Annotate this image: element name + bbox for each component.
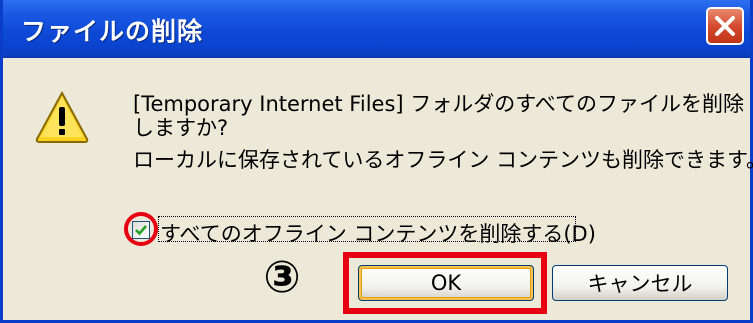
cancel-button[interactable]: キャンセル bbox=[552, 265, 728, 301]
title-bar[interactable]: ファイルの削除 bbox=[3, 0, 750, 58]
window-title: ファイルの削除 bbox=[21, 17, 204, 46]
ok-button[interactable]: OK bbox=[358, 265, 534, 301]
delete-files-dialog: ファイルの削除 [Temporary Internet Files] フォルダの… bbox=[0, 0, 753, 323]
message-line-3: ローカルに保存されているオフライン コンテンツも削除できます。 bbox=[133, 148, 753, 172]
step-marker: ③ bbox=[263, 252, 301, 303]
checkmark-icon bbox=[135, 225, 147, 236]
message-line-1: [Temporary Internet Files] フォルダのすべてのファイル… bbox=[133, 92, 744, 116]
warning-icon bbox=[35, 90, 89, 143]
message-line-2: しますか? bbox=[133, 116, 229, 140]
delete-offline-content-checkbox[interactable] bbox=[132, 221, 150, 239]
close-button[interactable] bbox=[706, 7, 744, 45]
checkbox-label[interactable]: すべてのオフライン コンテンツを削除する(D) bbox=[160, 218, 596, 248]
close-icon bbox=[715, 16, 735, 36]
